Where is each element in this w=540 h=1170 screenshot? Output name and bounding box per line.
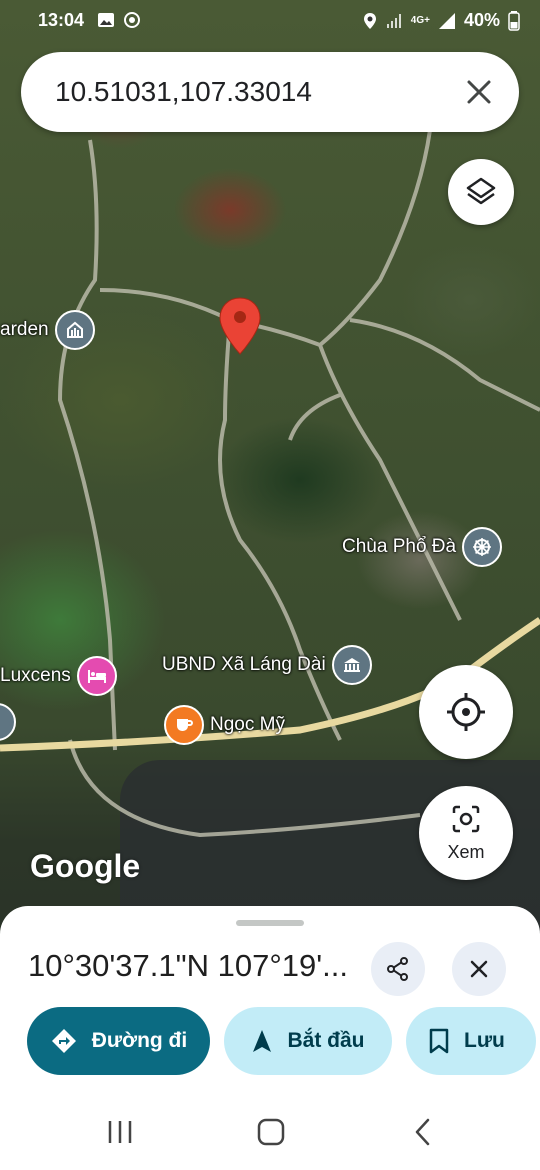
- battery-level: 40%: [463, 10, 500, 30]
- camera-scan-icon: [452, 805, 480, 833]
- location-icon: [363, 12, 376, 29]
- back-icon[interactable]: [412, 1118, 434, 1146]
- gallery-icon: [98, 13, 114, 27]
- location-pin-icon[interactable]: [218, 296, 262, 356]
- poi-label: UBND Xã Láng Dài: [162, 654, 326, 675]
- status-time: 13:04: [38, 10, 85, 30]
- landmark-icon: [54, 310, 95, 350]
- navigation-arrow-icon: [253, 1030, 272, 1052]
- view-button[interactable]: Xem: [419, 786, 513, 880]
- wifi-signal-icon: [386, 13, 401, 28]
- coffee-cup-icon: [164, 705, 204, 745]
- dharma-wheel-icon: [462, 527, 503, 567]
- status-indicators: 4G+ 40%: [363, 10, 520, 31]
- my-location-button[interactable]: [419, 665, 513, 759]
- poi-label: Luxcens: [0, 665, 71, 686]
- poi-ubnd[interactable]: UBND Xã Láng Dài: [162, 645, 372, 685]
- search-bar[interactable]: 10.51031,107.33014: [21, 52, 519, 132]
- recent-apps-icon[interactable]: [106, 1119, 134, 1145]
- notification-icons: [97, 11, 141, 29]
- cell-signal-icon: [438, 12, 455, 29]
- crosshair-icon: [447, 693, 485, 731]
- poi-label: Chùa Phổ Đà: [342, 536, 457, 557]
- status-bar: 13:04 4G+ 40%: [0, 0, 540, 40]
- poi-ngoc-my[interactable]: Ngọc Mỹ: [164, 705, 285, 745]
- home-icon[interactable]: [256, 1118, 286, 1146]
- government-building-icon: [331, 645, 372, 685]
- poi-chua-pho-da[interactable]: Chùa Phổ Đà: [342, 527, 503, 567]
- directions-label: Đường đi: [91, 1029, 188, 1052]
- chrome-icon: [124, 12, 140, 28]
- drag-handle[interactable]: [236, 920, 304, 926]
- system-nav-bar: [0, 1100, 540, 1170]
- search-query[interactable]: 10.51031,107.33014: [55, 76, 312, 108]
- save-label: Lưu: [464, 1029, 505, 1052]
- network-type: 4G+: [410, 15, 430, 26]
- directions-icon: [51, 1029, 76, 1053]
- hotel-bed-icon: [76, 656, 117, 696]
- start-label: Bắt đầu: [287, 1029, 365, 1052]
- coordinates-title: 10°30'37.1"N 107°19'...: [28, 948, 348, 983]
- save-button[interactable]: Lưu: [406, 1007, 536, 1075]
- share-button[interactable]: [371, 942, 425, 996]
- poi-luxcens[interactable]: Luxcens: [0, 656, 117, 696]
- view-label: Xem: [447, 842, 485, 862]
- poi-label: arden: [0, 319, 49, 340]
- layers-button[interactable]: [448, 159, 514, 225]
- share-icon: [387, 957, 408, 981]
- google-logo: Google: [30, 848, 141, 884]
- start-button[interactable]: Bắt đầu: [224, 1007, 392, 1075]
- directions-button[interactable]: Đường đi: [27, 1007, 210, 1075]
- close-icon: [470, 960, 488, 978]
- layers-icon: [466, 177, 496, 205]
- close-icon[interactable]: [461, 74, 497, 110]
- poi-label: Ngọc Mỹ: [210, 714, 285, 735]
- close-sheet-button[interactable]: [452, 942, 506, 996]
- bookmark-icon: [429, 1028, 449, 1054]
- poi-garden[interactable]: arden: [0, 310, 95, 350]
- battery-icon: [508, 10, 520, 31]
